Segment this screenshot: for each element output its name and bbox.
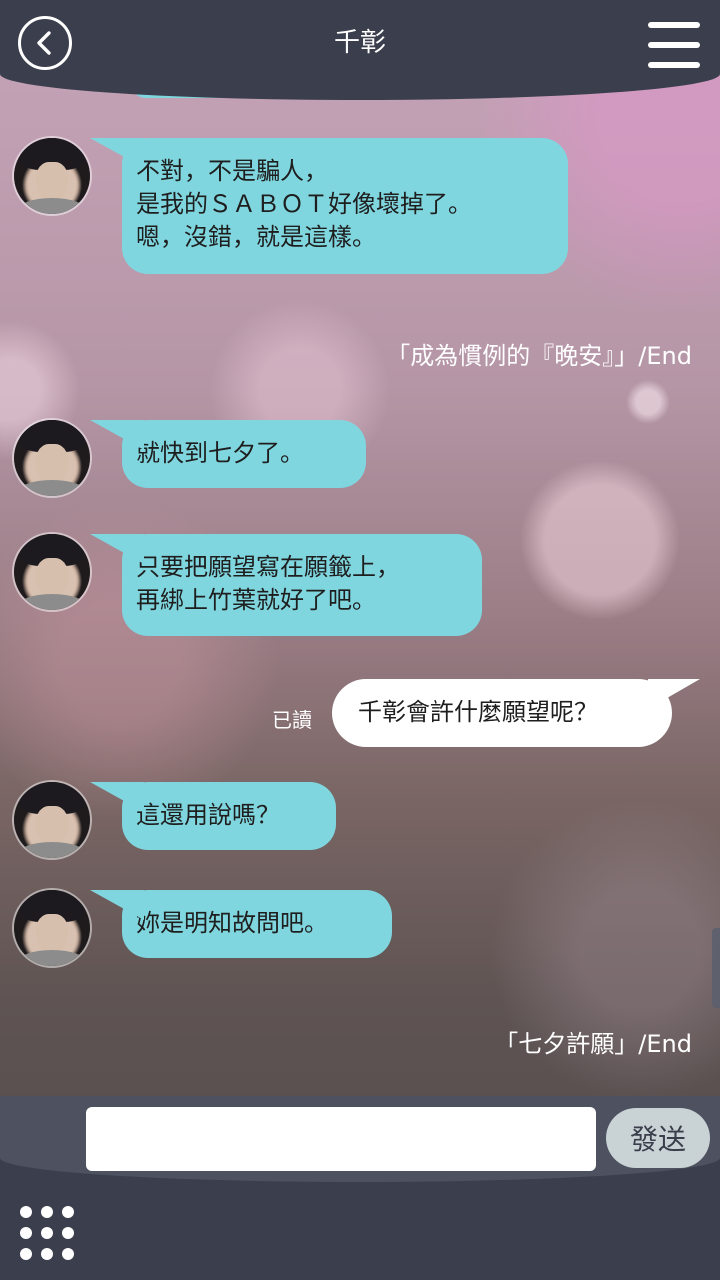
- avatar-shirt: [18, 594, 86, 610]
- incoming-message-bubble: 妳是明知故問吧。: [90, 890, 392, 958]
- avatar-shirt: [18, 198, 86, 214]
- outgoing-message-bubble: 千彰會許什麼願望呢？: [332, 679, 700, 747]
- message-text: 千彰會許什麼願望呢？: [358, 698, 598, 726]
- hamburger-menu-icon-bar: [648, 42, 700, 48]
- episode-end-label: 「成為慣例的『晚安』」/End: [386, 342, 692, 370]
- send-button[interactable]: 發送: [606, 1108, 710, 1168]
- avatar-face: [36, 444, 68, 484]
- message-text: 嗯，沒錯，就是這樣。: [136, 223, 376, 251]
- hamburger-menu-icon-bar: [648, 62, 700, 68]
- avatar[interactable]: [14, 138, 90, 214]
- message-text: 這還用說嗎？: [136, 801, 280, 829]
- message-text: 是我的ＳＡＢＯＴ好像壞掉了。: [136, 190, 472, 218]
- incoming-message-bubble: 這還用說嗎？: [90, 782, 336, 850]
- message-text: 就快到七夕了。: [136, 439, 304, 467]
- avatar-face: [36, 806, 68, 846]
- avatar[interactable]: [14, 782, 90, 858]
- avatar-face: [36, 162, 68, 202]
- incoming-message-bubble: 就快到七夕了。: [90, 420, 366, 488]
- menu-button[interactable]: [648, 22, 700, 68]
- message-text: 只要把願望寫在願籤上，: [136, 553, 400, 581]
- avatar-shirt: [18, 480, 86, 496]
- message-text: 妳是明知故問吧。: [136, 909, 328, 937]
- episode-end-label: 「七夕許願」/End: [494, 1030, 692, 1058]
- message-input[interactable]: [86, 1107, 596, 1171]
- hamburger-menu-icon: [648, 22, 700, 28]
- avatar[interactable]: [14, 890, 90, 966]
- chat-title: 千彰: [333, 28, 386, 58]
- message-text: 再綁上竹葉就好了吧。: [136, 586, 376, 614]
- avatar[interactable]: [14, 534, 90, 610]
- avatar-shirt: [18, 842, 86, 858]
- incoming-message-bubble: 只要把願望寫在願籤上， 再綁上竹葉就好了吧。: [90, 534, 482, 636]
- incoming-message-bubble: 不對，不是騙人， 是我的ＳＡＢＯＴ好像壞掉了。 嗯，沒錯，就是這樣。: [90, 138, 568, 274]
- avatar-shirt: [18, 950, 86, 966]
- avatar[interactable]: [14, 420, 90, 496]
- read-receipt: 已讀: [272, 708, 312, 732]
- avatar-face: [36, 914, 68, 954]
- scrollbar[interactable]: [712, 928, 720, 1008]
- message-text: 不對，不是騙人，: [136, 157, 328, 185]
- avatar-face: [36, 558, 68, 598]
- apps-button[interactable]: [20, 1206, 74, 1260]
